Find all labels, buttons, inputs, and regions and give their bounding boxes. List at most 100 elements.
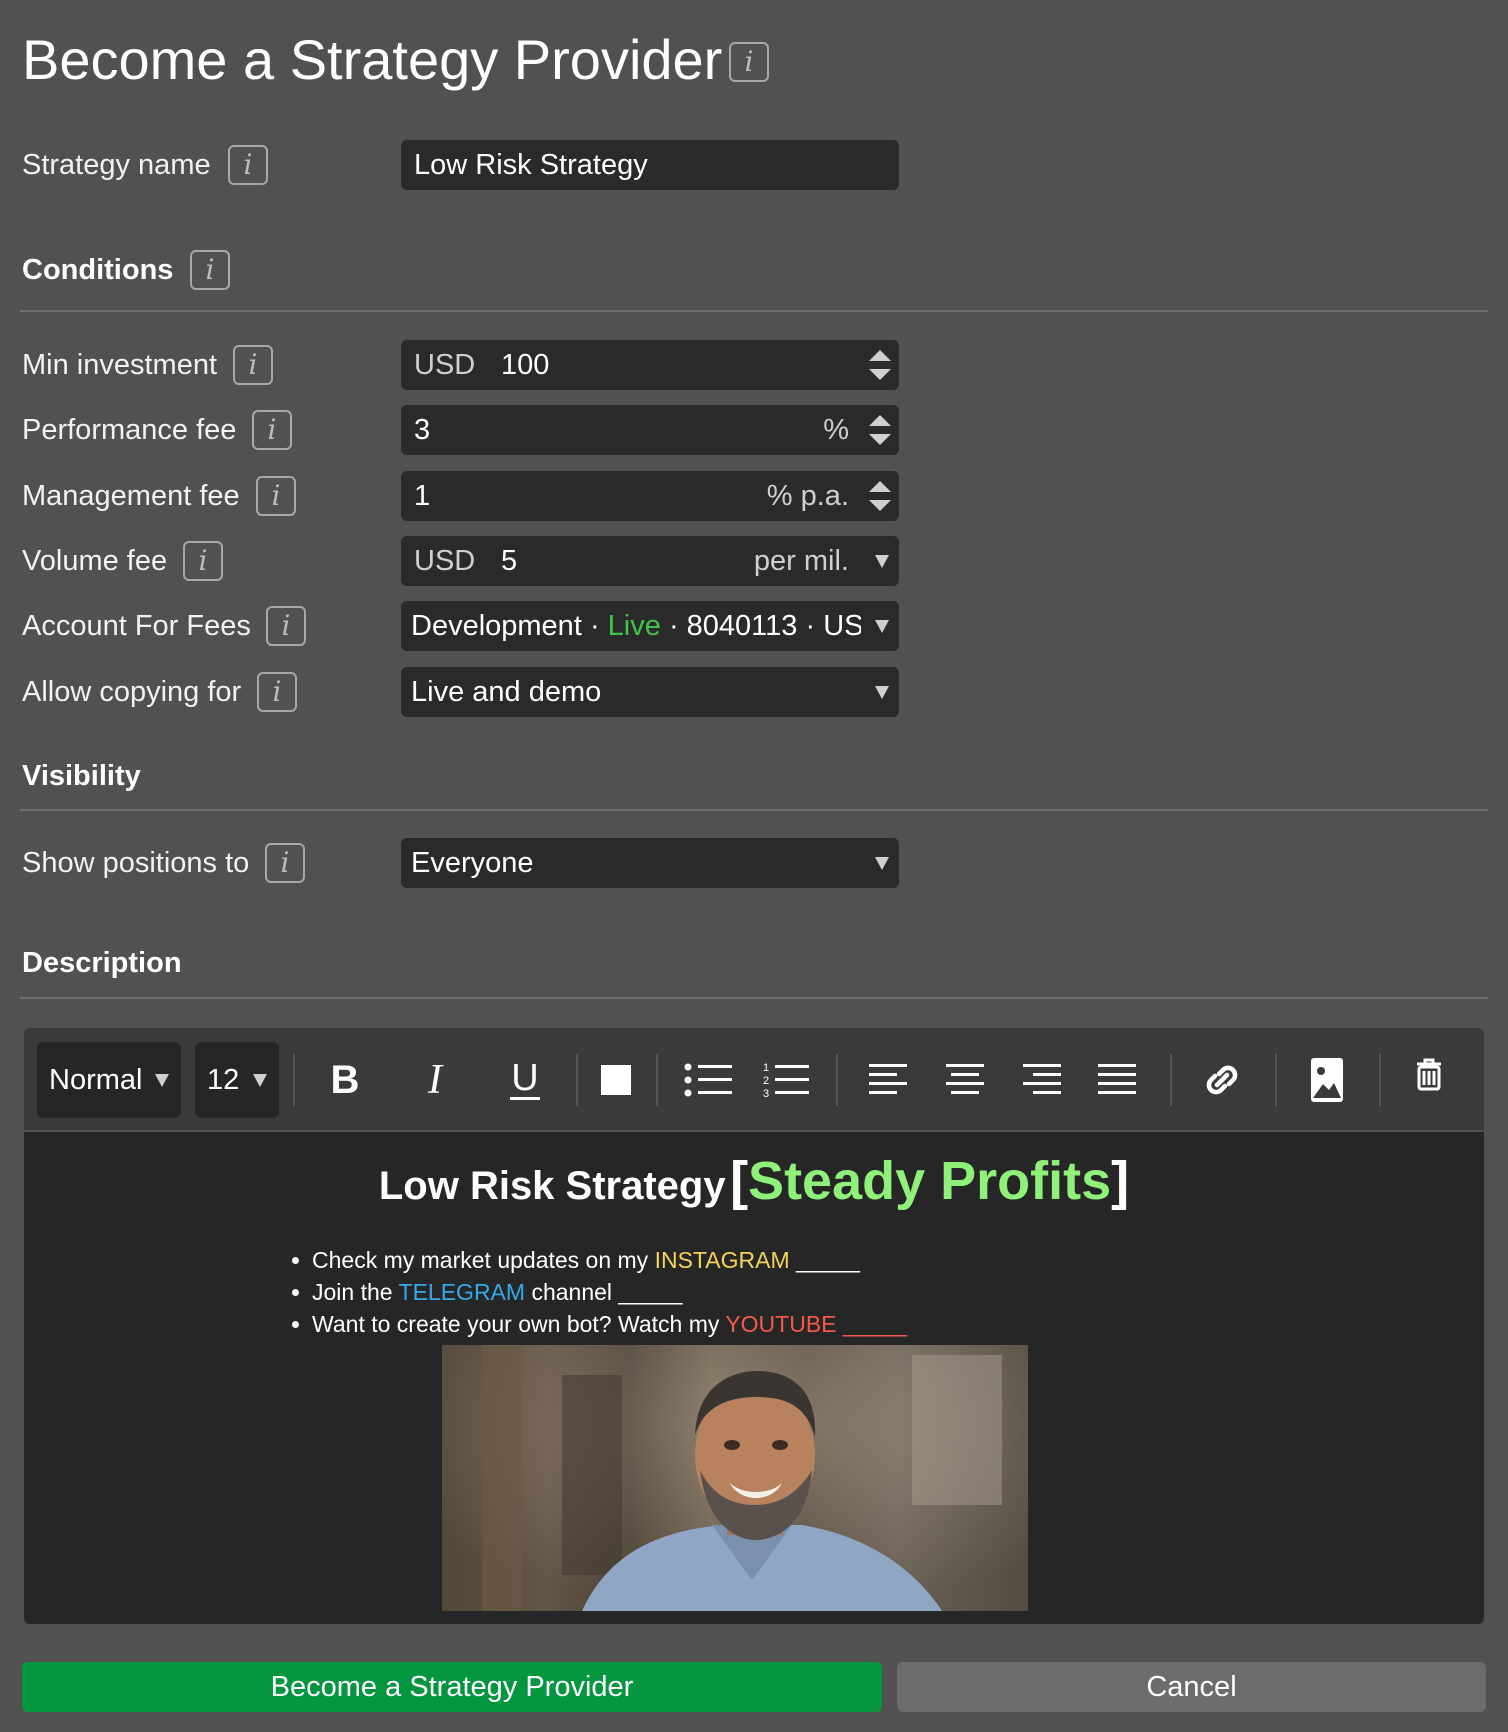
info-icon[interactable]: i bbox=[190, 250, 230, 290]
volume-fee-label: Volume fee bbox=[22, 545, 168, 577]
toolbar-divider bbox=[1170, 1054, 1172, 1106]
description-heading: Description bbox=[22, 947, 182, 979]
toolbar-divider bbox=[576, 1054, 578, 1106]
show-positions-value: Everyone bbox=[411, 847, 534, 879]
list-item: Check my market updates on my INSTAGRAM … bbox=[288, 1244, 907, 1276]
info-icon[interactable]: i bbox=[729, 42, 769, 82]
separator: · bbox=[805, 610, 816, 642]
bullet-text: Check my market updates on my bbox=[312, 1247, 655, 1273]
strategy-name-value: Low Risk Strategy bbox=[414, 149, 648, 181]
bullet-list-icon[interactable] bbox=[678, 1050, 738, 1110]
info-icon[interactable]: i bbox=[252, 410, 292, 450]
align-right-icon[interactable] bbox=[1011, 1050, 1071, 1110]
account-number: 8040113 bbox=[686, 610, 798, 642]
performance-fee-label: Performance fee bbox=[22, 414, 237, 446]
svg-text:I: I bbox=[427, 1057, 444, 1103]
font-size-value: 12 bbox=[207, 1064, 240, 1096]
description-title: Low Risk Strategy [Steady Profits] bbox=[24, 1150, 1484, 1212]
show-positions-label: Show positions to bbox=[22, 847, 250, 879]
instagram-link[interactable]: INSTAGRAM bbox=[655, 1247, 790, 1273]
bullet-text: _____ bbox=[836, 1311, 907, 1337]
info-icon[interactable]: i bbox=[257, 672, 297, 712]
management-fee-input[interactable]: 1 % p.a. bbox=[401, 471, 899, 521]
allow-copying-value: Live and demo bbox=[411, 676, 602, 708]
bullet-text: _____ bbox=[789, 1247, 860, 1273]
stepper-arrows-icon[interactable] bbox=[869, 479, 891, 513]
page-title: Become a Strategy Provider bbox=[22, 28, 723, 91]
chevron-down-icon[interactable] bbox=[155, 1074, 169, 1087]
svg-text:B: B bbox=[331, 1058, 360, 1102]
stepper-arrows-icon[interactable] bbox=[869, 348, 891, 382]
bold-icon[interactable]: B bbox=[315, 1050, 375, 1110]
description-editor[interactable]: Low Risk Strategy [Steady Profits] Check… bbox=[24, 1132, 1484, 1624]
list-item: Join the TELEGRAM channel _____ bbox=[288, 1276, 907, 1308]
description-bullets: Check my market updates on my INSTAGRAM … bbox=[288, 1244, 907, 1340]
management-fee-value: 1 bbox=[414, 480, 431, 512]
allow-copying-select[interactable]: Live and demo bbox=[401, 667, 899, 717]
youtube-link[interactable]: YOUTUBE bbox=[725, 1311, 836, 1337]
min-investment-value: 100 bbox=[501, 349, 550, 381]
text-style-select[interactable]: Normal bbox=[37, 1042, 181, 1118]
currency-label: USD bbox=[414, 349, 476, 381]
volume-fee-value: 5 bbox=[501, 545, 518, 577]
become-provider-button[interactable]: Become a Strategy Provider bbox=[22, 1662, 882, 1712]
toolbar-divider bbox=[1275, 1054, 1277, 1106]
align-left-icon[interactable] bbox=[859, 1050, 919, 1110]
min-investment-input[interactable]: USD 100 bbox=[401, 340, 899, 390]
list-item: Want to create your own bot? Watch my YO… bbox=[288, 1308, 907, 1340]
numbered-list-icon[interactable]: 123 bbox=[755, 1050, 815, 1110]
svg-text:2: 2 bbox=[763, 1075, 769, 1087]
font-size-select[interactable]: 12 bbox=[195, 1042, 279, 1118]
account-for-fees-select[interactable]: Development · Live · 8040113 · USD bbox=[401, 601, 899, 651]
toolbar-divider bbox=[293, 1054, 295, 1106]
svg-text:U: U bbox=[511, 1057, 538, 1099]
link-icon[interactable] bbox=[1192, 1050, 1252, 1110]
trash-icon[interactable] bbox=[1399, 1050, 1459, 1110]
svg-text:1: 1 bbox=[763, 1062, 769, 1074]
info-icon[interactable]: i bbox=[233, 345, 273, 385]
image-icon[interactable] bbox=[1297, 1050, 1357, 1110]
underline-icon[interactable]: U bbox=[495, 1050, 555, 1110]
bullet-text: channel _____ bbox=[525, 1279, 683, 1305]
telegram-link[interactable]: TELEGRAM bbox=[399, 1279, 526, 1305]
text-color-icon[interactable] bbox=[586, 1050, 646, 1110]
strategy-name-input[interactable]: Low Risk Strategy bbox=[401, 140, 899, 190]
section-divider bbox=[20, 809, 1488, 811]
stepper-arrows-icon[interactable] bbox=[869, 413, 891, 447]
strategy-name-label: Strategy name bbox=[22, 149, 211, 181]
show-positions-select[interactable]: Everyone bbox=[401, 838, 899, 888]
toolbar-divider bbox=[836, 1054, 838, 1106]
chevron-down-icon[interactable] bbox=[875, 555, 889, 568]
svg-text:3: 3 bbox=[763, 1088, 769, 1100]
cancel-button[interactable]: Cancel bbox=[897, 1662, 1486, 1712]
bullet-text: Join the bbox=[312, 1279, 399, 1305]
conditions-heading: Conditions bbox=[22, 254, 174, 286]
separator: · bbox=[668, 610, 679, 642]
currency-label: USD bbox=[414, 545, 476, 577]
info-icon[interactable]: i bbox=[228, 145, 268, 185]
info-icon[interactable]: i bbox=[256, 476, 296, 516]
section-divider bbox=[20, 997, 1488, 999]
bracket-open: [ bbox=[730, 1151, 749, 1211]
chevron-down-icon[interactable] bbox=[875, 620, 889, 633]
align-center-icon[interactable] bbox=[935, 1050, 995, 1110]
volume-fee-select[interactable]: USD 5 per mil. bbox=[401, 536, 899, 586]
chevron-down-icon[interactable] bbox=[875, 686, 889, 699]
italic-icon[interactable]: I bbox=[405, 1050, 465, 1110]
unit-label: % bbox=[823, 414, 849, 446]
account-name: Development bbox=[411, 610, 582, 642]
management-fee-label: Management fee bbox=[22, 480, 240, 512]
info-icon[interactable]: i bbox=[266, 606, 306, 646]
toolbar-divider bbox=[1379, 1054, 1381, 1106]
performance-fee-input[interactable]: 3 % bbox=[401, 405, 899, 455]
bracket-close: ] bbox=[1111, 1151, 1130, 1211]
chevron-down-icon[interactable] bbox=[253, 1074, 267, 1087]
chevron-down-icon[interactable] bbox=[875, 857, 889, 870]
align-justify-icon[interactable] bbox=[1087, 1050, 1147, 1110]
account-currency: USD bbox=[823, 610, 861, 642]
profile-photo bbox=[442, 1345, 1028, 1611]
account-type: Live bbox=[607, 610, 661, 642]
info-icon[interactable]: i bbox=[183, 541, 223, 581]
info-icon[interactable]: i bbox=[265, 843, 305, 883]
title-main: Low Risk Strategy bbox=[378, 1164, 726, 1208]
